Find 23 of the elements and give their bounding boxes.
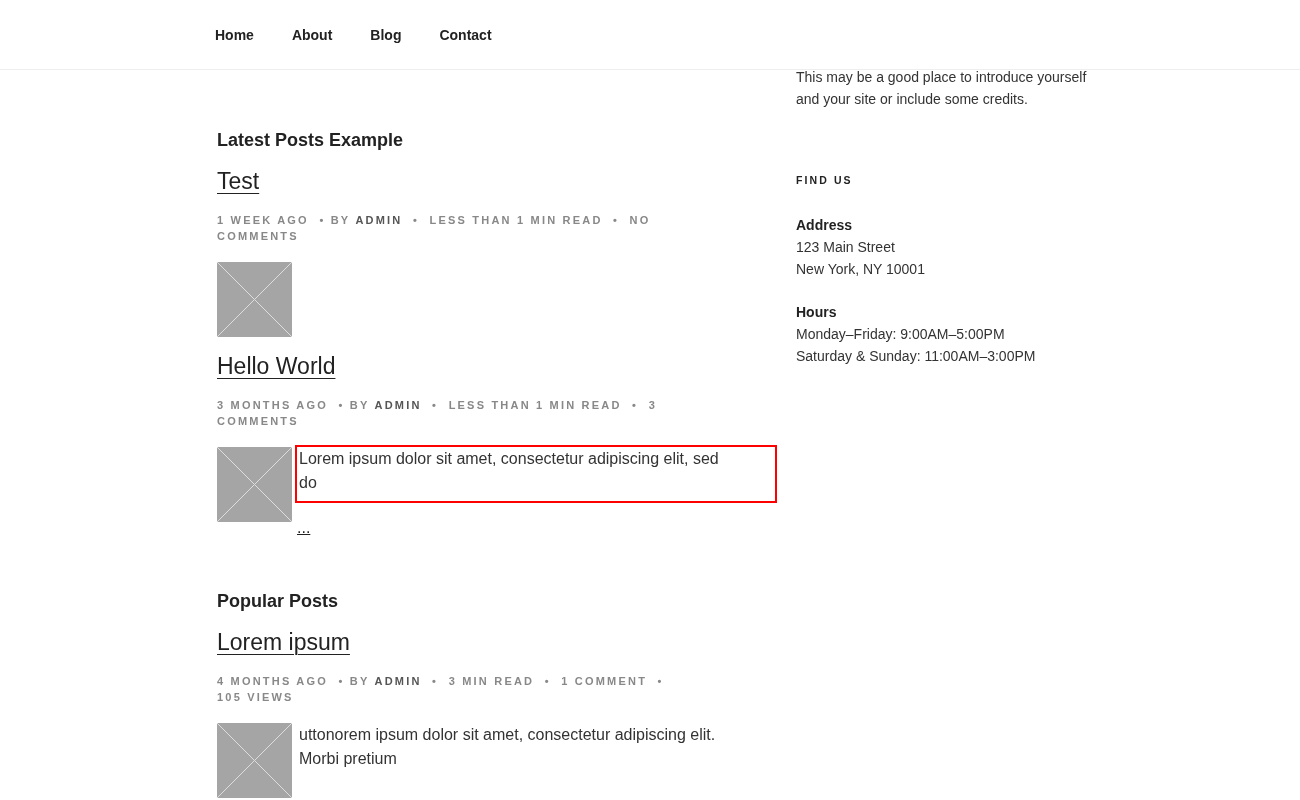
read-more-link[interactable]: ... — [297, 519, 311, 537]
info-line: Monday–Friday: 9:00AM–5:00PM — [796, 325, 1005, 344]
post-meta: 4 MONTHS AGO • BY ADMIN • 3 MIN READ • 1 COMMENT • 105 VIEWS — [217, 674, 665, 705]
post-title-link[interactable]: Test — [217, 166, 260, 196]
post-excerpt: uttonorem ipsum dolor sit amet, consectetur adipiscing elit. Morbi pretium — [299, 726, 716, 767]
post-meta: 3 MONTHS AGO • BY ADMIN • LESS THAN 1 MIN READ • 3 COMMENTS — [217, 398, 658, 429]
info-line: Saturday & Sunday: 11:00AM–3:00PM — [796, 347, 1036, 366]
nav-link[interactable]: About — [291, 26, 333, 43]
info-line: New York, NY 10001 — [796, 260, 925, 279]
nav-link[interactable]: Home — [215, 26, 254, 43]
intro-text: This may be a good place to introduce yourself and your site or include some credits. — [796, 68, 1088, 109]
nav-link[interactable]: Contact — [439, 26, 492, 43]
widget-title: FIND US — [796, 174, 854, 186]
post-title-link[interactable]: Lorem ipsum — [217, 627, 350, 657]
info-heading: Hours — [796, 303, 837, 322]
nav-link[interactable]: Blog — [370, 26, 402, 43]
info-line: 123 Main Street — [796, 238, 895, 257]
section-heading: Latest Posts Example — [217, 129, 405, 152]
section-heading: Popular Posts — [217, 590, 340, 613]
post-title-link[interactable]: Hello World — [217, 351, 336, 381]
post-excerpt: Lorem ipsum dolor sit amet, consectetur adipiscing elit, sed do — [299, 450, 719, 491]
post-meta: 1 WEEK AGO • BY ADMIN • LESS THAN 1 MIN READ • NO COMMENTS — [217, 213, 652, 244]
info-heading: Address — [796, 216, 853, 235]
